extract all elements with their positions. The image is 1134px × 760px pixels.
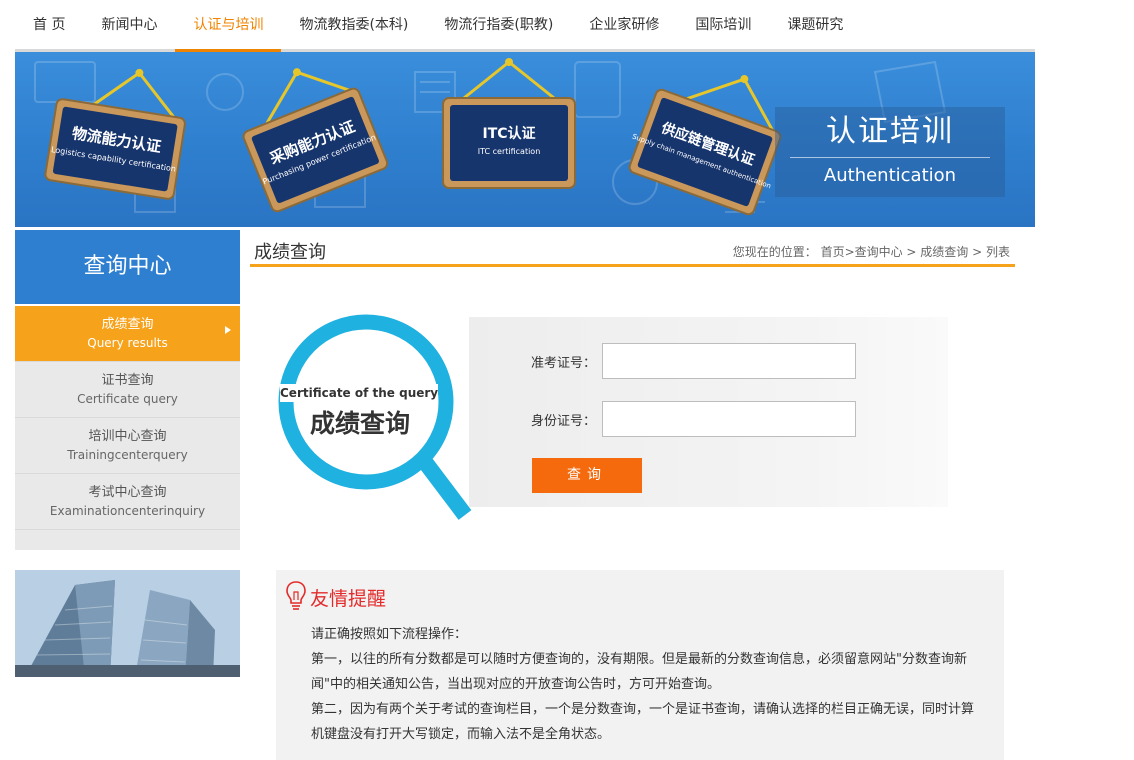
query-graphic-cn: 成绩查询 [310,404,411,440]
query-button[interactable]: 查询 [532,458,642,493]
board-3-en: ITC certification [478,147,541,156]
nav-item-international[interactable]: 国际培训 [677,0,769,49]
breadcrumb: 您现在的位置： 首页>查询中心 > 成绩查询 > 列表 [732,245,1010,259]
admission-number-input[interactable] [602,343,856,379]
content-header: 成绩查询 您现在的位置： 首页>查询中心 > 成绩查询 > 列表 [250,238,1015,267]
sidebar-item-exam-center-query[interactable]: 考试中心查询 Examinationcenterinquiry [15,474,240,530]
query-magnifier-graphic: Certificate of the query 成绩查询 [270,310,475,525]
tips-line: 第一，以往的所有分数都是可以随时方便查询的，没有期限。但是最新的分数查询信息，必… [311,652,967,692]
sidebar-item-sublabel: Query results [87,336,168,350]
page-title: 成绩查询 [254,242,326,263]
sidebar-item-training-center-query[interactable]: 培训中心查询 Trainingcenterquery [15,418,240,474]
skyscraper-image [15,570,240,677]
sidebar-item-label: 成绩查询 [101,317,154,332]
board-3-cn: ITC认证 [482,125,535,142]
sidebar-title: 查询中心 [15,230,240,304]
building-photo [15,570,240,677]
nav-item-logistics-vocational[interactable]: 物流行指委(职教) [426,0,571,49]
nav-item-logistics-undergrad[interactable]: 物流教指委(本科) [281,0,426,49]
admission-number-label: 准考证号： [531,356,597,371]
sidebar-item-label: 培训中心查询 [88,429,167,444]
sidebar-menu: 成绩查询 Query results 证书查询 Certificate quer… [15,306,240,550]
id-number-input[interactable] [602,401,856,437]
sidebar-item-label: 考试中心查询 [88,485,167,500]
sidebar-item-sublabel: Examinationcenterinquiry [49,504,206,518]
id-number-label: 身份证号： [531,414,597,429]
sidebar-item-label: 证书查询 [101,373,154,388]
tips-title: 友情提醒 [310,588,387,610]
tips-line: 请正确按照如下流程操作： [311,627,468,642]
banner-title-cn: 认证培训 [790,107,990,158]
tips-panel: 友情提醒 请正确按照如下流程操作： 第一，以往的所有分数都是可以随时方便查询的，… [276,570,1004,760]
tips-body: 请正确按照如下流程操作： 第一，以往的所有分数都是可以随时方便查询的，没有期限。… [311,622,981,747]
sidebar-item-certificate-query[interactable]: 证书查询 Certificate query [15,362,240,418]
nav-item-news[interactable]: 新闻中心 [83,0,175,49]
query-graphic-en: Certificate of the query [280,384,439,402]
nav-item-entrepreneur[interactable]: 企业家研修 [571,0,677,49]
sidebar-item-sublabel: Trainingcenterquery [67,448,188,462]
sidebar-item-query-results[interactable]: 成绩查询 Query results [15,306,240,362]
sidebar-item-sublabel: Certificate query [77,392,178,406]
nav-item-research[interactable]: 课题研究 [769,0,861,49]
banner-title: 认证培训 Authentication [775,107,1005,197]
caret-right-icon [225,326,231,334]
query-form: 准考证号： 身份证号： 查询 [469,317,948,507]
top-nav: 首 页 新闻中心 认证与培训 物流教指委(本科) 物流行指委(职教) 企业家研修… [15,0,1035,52]
banner: 物流能力认证 Logistics capability certificatio… [15,52,1035,227]
banner-title-en: Authentication [823,165,957,186]
nav-item-certification-training[interactable]: 认证与培训 [175,0,282,52]
nav-item-home[interactable]: 首 页 [15,0,83,49]
tips-line: 第二，因为有两个关于考试的查询栏目，一个是分数查询，一个是证书查询，请确认选择的… [311,702,975,742]
lightbulb-icon [286,581,306,610]
